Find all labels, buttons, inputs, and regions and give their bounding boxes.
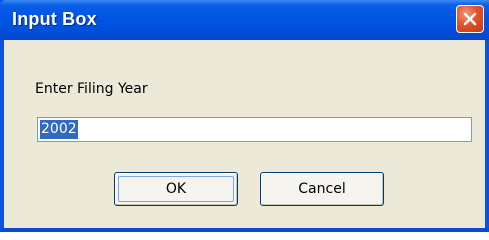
title-bar[interactable]: Input Box [0,0,489,40]
prompt-label: Enter Filing Year [35,81,148,97]
cancel-button[interactable]: Cancel [260,172,384,206]
close-button[interactable] [456,5,484,33]
window-bottom-border [0,228,489,232]
ok-button[interactable]: OK [114,172,238,206]
filing-year-input[interactable]: 2002 [37,117,472,142]
input-box-window: Input Box Enter Filing Year 2002 OK Canc… [0,0,489,232]
ok-button-label: OK [165,181,187,197]
dialog-body: Enter Filing Year 2002 OK Cancel [4,40,485,228]
window-title: Input Box [12,9,97,29]
filing-year-value[interactable]: 2002 [40,120,78,139]
close-icon [463,12,477,26]
cancel-button-label: Cancel [298,181,346,197]
